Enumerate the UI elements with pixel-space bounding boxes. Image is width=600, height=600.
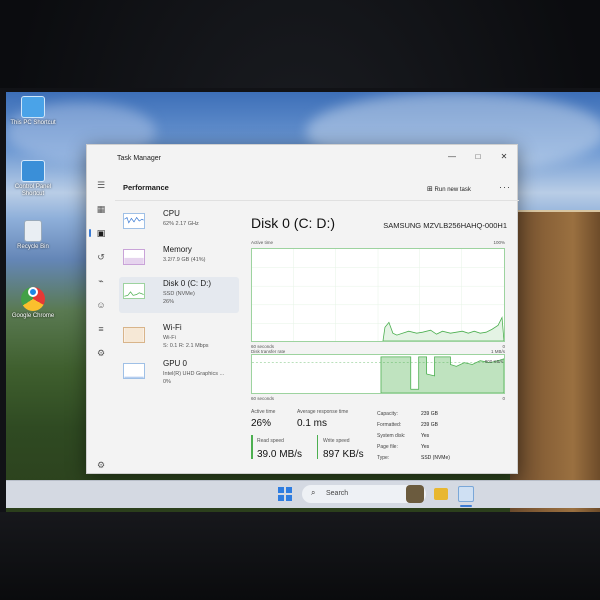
task-manager-taskbar-icon[interactable] — [458, 486, 474, 502]
performance-icon[interactable]: ▣ — [89, 227, 107, 239]
services-icon[interactable]: ⚙ — [95, 347, 107, 359]
read-speed-label: Read speed — [257, 438, 284, 444]
disk-model: SAMSUNG MZVLB256HAHQ-000H1 — [383, 221, 507, 230]
nav-rail: ☰ ▦ ▣ ↺ ⌁ ☺ ≡ ⚙ ⚙ — [87, 171, 115, 475]
chrome-icon — [21, 287, 45, 311]
run-task-icon: ⊞ — [427, 186, 433, 193]
resource-usage: 26% — [163, 299, 175, 305]
prop-capacity-key: Capacity: — [377, 411, 398, 417]
close-button[interactable]: ✕ — [491, 145, 517, 167]
desktop-icon-recycle-bin[interactable]: Recycle Bin — [10, 220, 56, 251]
maximize-button[interactable]: □ — [465, 145, 491, 167]
resource-cpu[interactable]: CPU 62% 2.17 GHz — [119, 207, 239, 243]
active-app-indicator — [460, 505, 472, 507]
active-time-graph — [251, 248, 505, 342]
task-manager-window[interactable]: Task Manager — □ ✕ ☰ ▦ ▣ ↺ ⌁ ☺ ≡ ⚙ ⚙ Per… — [86, 144, 519, 475]
active-time-label: Active time — [251, 409, 276, 415]
resource-wifi[interactable]: Wi-Fi Wi-Fi S: 0.1 R: 2.1 Mbps — [119, 321, 239, 357]
prop-page-file-key: Page file: — [377, 444, 398, 450]
resource-name: Memory — [163, 245, 192, 254]
this-pc-icon — [21, 96, 45, 118]
resource-name: GPU 0 — [163, 359, 188, 368]
minimize-button[interactable]: — — [439, 145, 465, 167]
recycle-bin-icon — [24, 220, 42, 242]
disk-transfer-rate-graph — [251, 354, 505, 394]
run-new-task-button[interactable]: ⊞ Run new task — [427, 185, 471, 193]
prop-system-disk-key: System disk: — [377, 433, 406, 439]
taskbar: ⌕ Search — [6, 480, 600, 508]
graph1-max: 100% — [493, 240, 505, 245]
disk-detail-pane: Disk 0 (C: D:) SAMSUNG MZVLB256HAHQ-000H… — [251, 207, 507, 469]
graph2-min: 0 — [502, 396, 505, 401]
hamburger-menu-icon[interactable]: ☰ — [95, 179, 107, 191]
resource-memory[interactable]: Memory 3.2/7.9 GB (41%) — [119, 243, 239, 279]
prop-type-key: Type: — [377, 455, 390, 461]
wallpaper-cliff — [510, 212, 600, 512]
start-button-icon[interactable] — [278, 487, 292, 501]
search-highlight-icon[interactable] — [406, 485, 424, 503]
desktop-icon-this-pc[interactable]: This PC Shortcut — [10, 96, 56, 127]
app-history-icon[interactable]: ↺ — [95, 251, 107, 263]
settings-icon[interactable]: ⚙ — [95, 459, 107, 471]
prop-system-disk-value: Yes — [421, 433, 430, 439]
details-icon[interactable]: ≡ — [95, 323, 107, 335]
resource-gpu-0[interactable]: GPU 0 Intel(R) UHD Graphics ... 0% — [119, 357, 239, 393]
avg-response-label: Average response time — [297, 409, 349, 415]
window-controls: — □ ✕ — [439, 145, 517, 167]
resource-detail: 62% 2.17 GHz — [163, 221, 199, 227]
resource-name: Wi-Fi — [163, 323, 182, 332]
desktop-icon-chrome[interactable]: Google Chrome — [10, 280, 56, 320]
desktop-icon-label: This PC Shortcut — [10, 120, 56, 126]
resource-throughput: S: 0.1 R: 2.1 Mbps — [163, 343, 209, 349]
prop-page-file-value: Yes — [421, 444, 430, 450]
file-explorer-icon[interactable] — [434, 488, 448, 500]
resource-name: Disk 0 (C: D:) — [163, 279, 211, 288]
section-title: Performance — [123, 183, 169, 192]
laptop-body — [0, 512, 600, 600]
write-speed-value: 897 KB/s — [323, 449, 364, 460]
gpu-thumbnail-graph — [123, 363, 145, 379]
read-speed-marker — [251, 435, 253, 459]
startup-apps-icon[interactable]: ⌁ — [95, 275, 107, 287]
wifi-thumbnail-graph — [123, 327, 145, 343]
detail-title: Disk 0 (C: D:) — [251, 215, 335, 231]
control-panel-icon — [21, 160, 45, 182]
disk-thumbnail-graph — [123, 283, 145, 299]
search-placeholder: Search — [326, 490, 349, 497]
run-new-task-label: Run new task — [434, 187, 471, 193]
active-time-value: 26% — [251, 418, 272, 429]
desktop-icon-label: Google Chrome — [11, 313, 55, 319]
more-options-button[interactable]: ··· — [499, 182, 511, 192]
desktop-icon-control-panel[interactable]: Control Panel Shortcut — [10, 160, 56, 198]
cpu-thumbnail-graph — [123, 213, 145, 229]
resource-detail: Intel(R) UHD Graphics ... — [163, 371, 225, 377]
prop-formatted-key: Formatted: — [377, 422, 402, 428]
search-icon: ⌕ — [311, 488, 316, 497]
prop-formatted-value: 239 GB — [421, 422, 438, 428]
processes-icon[interactable]: ▦ — [95, 203, 107, 215]
resource-detail: 3.2/7.9 GB (41%) — [163, 257, 206, 263]
graph2-duration: 60 seconds — [251, 396, 275, 401]
write-speed-label: Write speed — [323, 438, 350, 444]
resource-detail: SSD (NVMe) — [163, 291, 195, 297]
users-icon[interactable]: ☺ — [95, 299, 107, 311]
prop-type-value: SSD (NVMe) — [421, 455, 450, 461]
read-speed-value: 39.0 MB/s — [257, 449, 303, 460]
resource-detail: Wi-Fi — [163, 335, 176, 341]
divider — [115, 200, 519, 201]
window-title: Task Manager — [117, 154, 161, 162]
resource-disk-0[interactable]: Disk 0 (C: D:) SSD (NVMe) 26% — [119, 277, 239, 313]
avg-response-value: 0.1 ms — [297, 418, 328, 429]
graph2-marker: 800 KB/s — [484, 359, 503, 364]
write-speed-marker — [317, 435, 318, 459]
prop-capacity-value: 239 GB — [421, 411, 438, 417]
resource-usage: 0% — [163, 379, 171, 385]
memory-thumbnail-graph — [123, 249, 145, 265]
desktop-icon-label: Control Panel Shortcut — [14, 184, 52, 197]
graph1-label: Active time — [251, 240, 274, 245]
resource-name: CPU — [163, 209, 180, 218]
desktop-icon-label: Recycle Bin — [17, 244, 49, 250]
